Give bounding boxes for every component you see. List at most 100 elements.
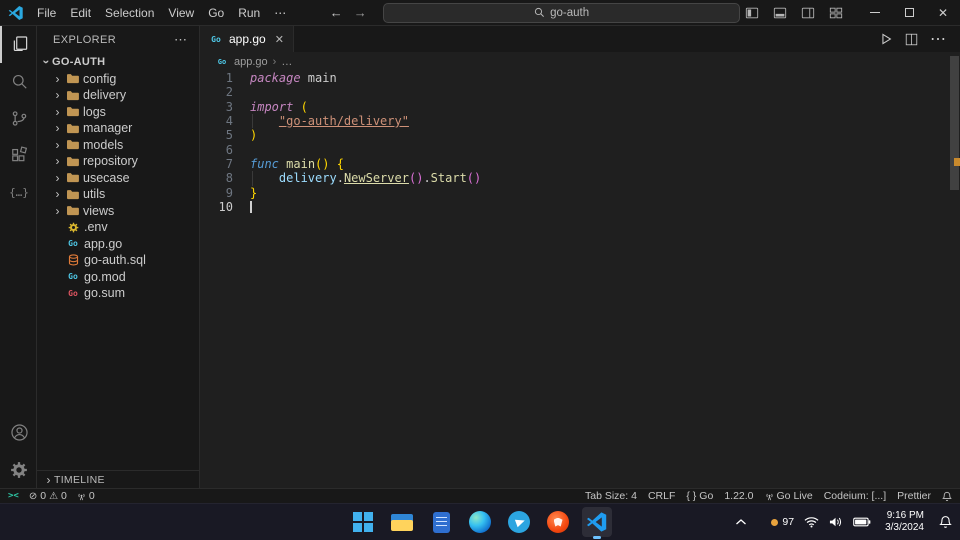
code-line-1[interactable]: 1 package main	[200, 71, 950, 85]
line-number: 7	[225, 157, 233, 172]
go-version-indicator[interactable]: 1.22.0	[724, 490, 753, 502]
tree-item-manager[interactable]: › manager	[37, 120, 199, 137]
problems-indicator[interactable]: ⊘ 0 ⚠ 0	[29, 490, 67, 502]
file-explorer-icon[interactable]	[387, 507, 417, 537]
toggle-sidebar-icon[interactable]	[740, 2, 764, 24]
menu-go[interactable]: Go	[201, 2, 231, 24]
breadcrumb-symbol[interactable]: …	[281, 56, 292, 68]
split-editor-icon[interactable]	[905, 33, 918, 46]
code-line-5[interactable]: 5)	[200, 128, 950, 142]
run-button[interactable]	[879, 32, 893, 46]
chevron-down-icon: ›	[39, 60, 54, 65]
system-tray: 97 9:16 PM 3/3/2024	[735, 504, 956, 540]
tree-item-usecase[interactable]: › usecase	[37, 170, 199, 187]
code-line-4[interactable]: 4 "go-auth/delivery"	[200, 114, 950, 129]
notification-bell-icon[interactable]	[939, 515, 952, 529]
tab-close-icon[interactable]: ✕	[275, 33, 284, 46]
tree-item-go-auth-sql[interactable]: go-auth.sql	[37, 252, 199, 269]
tree-item-app-go[interactable]: Go app.go	[37, 236, 199, 253]
tree-item-delivery[interactable]: › delivery	[37, 87, 199, 104]
breadcrumb-file[interactable]: app.go	[234, 56, 268, 68]
command-center-search[interactable]: go-auth	[383, 2, 740, 23]
tray-battery-app[interactable]: 97	[771, 516, 794, 528]
language-indicator[interactable]: { } Go	[686, 490, 713, 502]
toggle-secondary-sidebar-icon[interactable]	[796, 2, 820, 24]
code-line-9[interactable]: 9}	[200, 186, 950, 200]
folder-label: utils	[83, 187, 106, 202]
settings-gear-icon[interactable]	[0, 451, 36, 488]
tree-item-go-sum[interactable]: Go go.sum	[37, 285, 199, 302]
tree-item-models[interactable]: › models	[37, 137, 199, 154]
tree-item-repository[interactable]: › repository	[37, 153, 199, 170]
volume-icon[interactable]	[829, 516, 843, 528]
account-icon[interactable]	[0, 414, 36, 451]
explorer-more-icon[interactable]: ⋯	[170, 32, 191, 48]
code-line-8[interactable]: 8 delivery.NewServer().Start()	[200, 171, 950, 186]
menu-selection[interactable]: Selection	[98, 2, 161, 24]
editor-scrollbar[interactable]	[950, 56, 959, 190]
tree-item-utils[interactable]: › utils	[37, 186, 199, 203]
codeium-tab-icon[interactable]: {…}	[0, 174, 36, 211]
battery-icon[interactable]	[853, 517, 871, 527]
menu-run[interactable]: Run	[231, 2, 267, 24]
search-tab-icon[interactable]	[0, 63, 36, 100]
code-line-6[interactable]: 6	[200, 143, 950, 157]
brave-browser-icon[interactable]	[543, 507, 573, 537]
minimize-button[interactable]	[858, 0, 892, 26]
folder-icon	[65, 204, 79, 217]
statusbar-right: Tab Size: 4 CRLF { } Go 1.22.0 Go Live C…	[574, 490, 952, 502]
start-button[interactable]	[348, 507, 378, 537]
indent-guide	[252, 114, 253, 129]
tree-item-go-mod[interactable]: Go go.mod	[37, 269, 199, 286]
line-content	[233, 85, 250, 99]
notepad-icon[interactable]	[426, 507, 456, 537]
tree-item-config[interactable]: › config	[37, 71, 199, 88]
tree-item-env[interactable]: .env	[37, 219, 199, 236]
tab-size-indicator[interactable]: Tab Size: 4	[585, 490, 637, 502]
line-number: 9	[225, 185, 233, 200]
menu-view[interactable]: View	[161, 2, 201, 24]
close-button[interactable]: ✕	[926, 0, 960, 26]
code-line-2[interactable]: 2	[200, 85, 950, 99]
prettier-status[interactable]: Prettier	[897, 490, 931, 502]
notifications-bell[interactable]	[942, 491, 952, 502]
tree-item-views[interactable]: › views	[37, 203, 199, 220]
code-line-7[interactable]: 7 func main() {	[200, 157, 950, 171]
remote-indicator[interactable]: ><	[8, 491, 19, 501]
edge-browser-icon[interactable]	[465, 507, 495, 537]
wifi-icon[interactable]	[804, 516, 819, 528]
editor-more-icon[interactable]: ⋯	[930, 29, 946, 49]
tree-item-logs[interactable]: › logs	[37, 104, 199, 121]
explorer-tab-icon[interactable]	[0, 26, 36, 63]
telegram-icon[interactable]	[504, 507, 534, 537]
vscode-taskbar-icon[interactable]	[582, 507, 612, 537]
chevron-right-icon: ›	[55, 203, 60, 218]
code-line-3[interactable]: 3 import (	[200, 100, 950, 114]
line-number: 1	[225, 71, 233, 85]
menu-file[interactable]: File	[30, 2, 63, 24]
tray-expand-icon[interactable]	[735, 518, 747, 526]
menu-more-icon[interactable]: ⋯	[267, 2, 293, 24]
source-control-tab-icon[interactable]	[0, 100, 36, 137]
folder-icon	[65, 171, 79, 184]
code-line-10[interactable]: 10	[200, 200, 950, 214]
menu-edit[interactable]: Edit	[63, 2, 98, 24]
activity-bar: {…}	[0, 26, 37, 488]
restore-button[interactable]	[892, 0, 926, 26]
go-live-button[interactable]: Go Live	[765, 490, 813, 502]
toggle-panel-icon[interactable]	[768, 2, 792, 24]
error-count: 0	[40, 490, 47, 502]
extensions-tab-icon[interactable]	[0, 137, 36, 174]
tab-app-go[interactable]: Go app.go ✕	[200, 26, 294, 52]
line-content: delivery.NewServer().Start()	[233, 171, 481, 186]
customize-layout-icon[interactable]	[824, 2, 848, 24]
forward-icon[interactable]: →	[351, 5, 369, 20]
clock[interactable]: 9:16 PM 3/3/2024	[885, 510, 924, 534]
codeium-status[interactable]: Codeium: [...]	[824, 490, 886, 502]
timeline-section[interactable]: › TIMELINE	[37, 470, 199, 488]
eol-indicator[interactable]: CRLF	[648, 490, 675, 502]
back-icon[interactable]: ←	[327, 5, 345, 20]
tree-root-go-auth[interactable]: › GO-AUTH	[37, 54, 199, 71]
braces-icon: { }	[686, 490, 697, 502]
ports-indicator[interactable]: 0	[77, 490, 95, 502]
